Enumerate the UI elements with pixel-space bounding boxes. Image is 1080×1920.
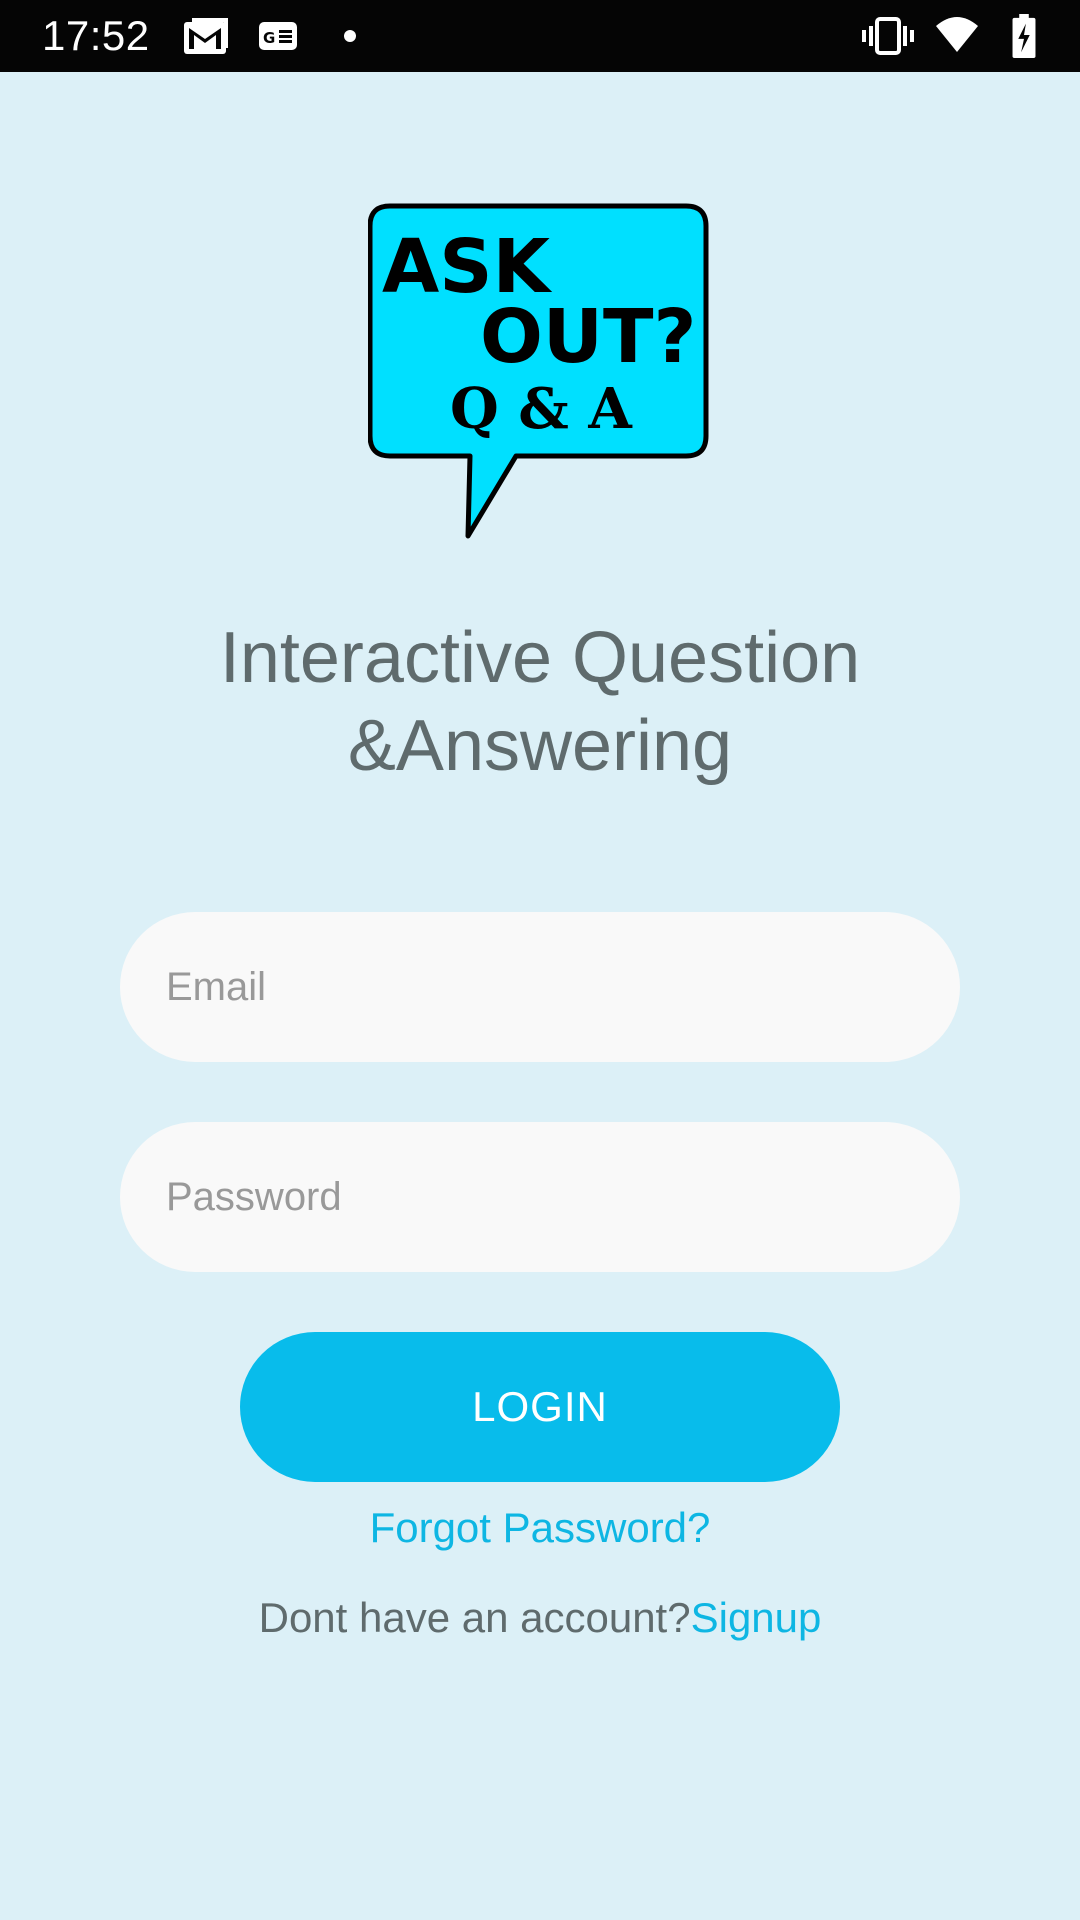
ask-out-logo: ASK OUT? Q & A — [368, 203, 709, 539]
signup-row: Dont have an account?Signup — [140, 1590, 940, 1646]
app-tagline: Interactive Question &Answering — [140, 614, 940, 790]
svg-text:OUT?: OUT? — [480, 294, 696, 380]
login-button[interactable]: LOGIN — [240, 1332, 840, 1482]
signup-prompt: Dont have an account? — [258, 1594, 691, 1641]
app-tagline-line1: Interactive Question — [219, 618, 861, 698]
forgot-password-link[interactable]: Forgot Password? — [240, 1500, 840, 1556]
svg-text:G: G — [263, 29, 275, 47]
status-time: 17:52 — [42, 12, 150, 59]
wifi-icon — [936, 17, 978, 52]
email-field[interactable] — [120, 912, 960, 1062]
app-tagline-line2: &Answering — [347, 706, 733, 786]
signup-link[interactable]: Signup — [691, 1594, 822, 1641]
news-card-icon: G — [259, 22, 297, 50]
status-bar: 17:52 G — [0, 0, 1080, 72]
vibrate-icon — [862, 17, 914, 55]
battery-charging-icon — [1012, 14, 1036, 58]
svg-text:Q & A: Q & A — [450, 376, 633, 442]
notification-dot-icon — [344, 30, 356, 42]
password-field[interactable] — [120, 1122, 960, 1272]
gmail-icon — [184, 18, 228, 54]
